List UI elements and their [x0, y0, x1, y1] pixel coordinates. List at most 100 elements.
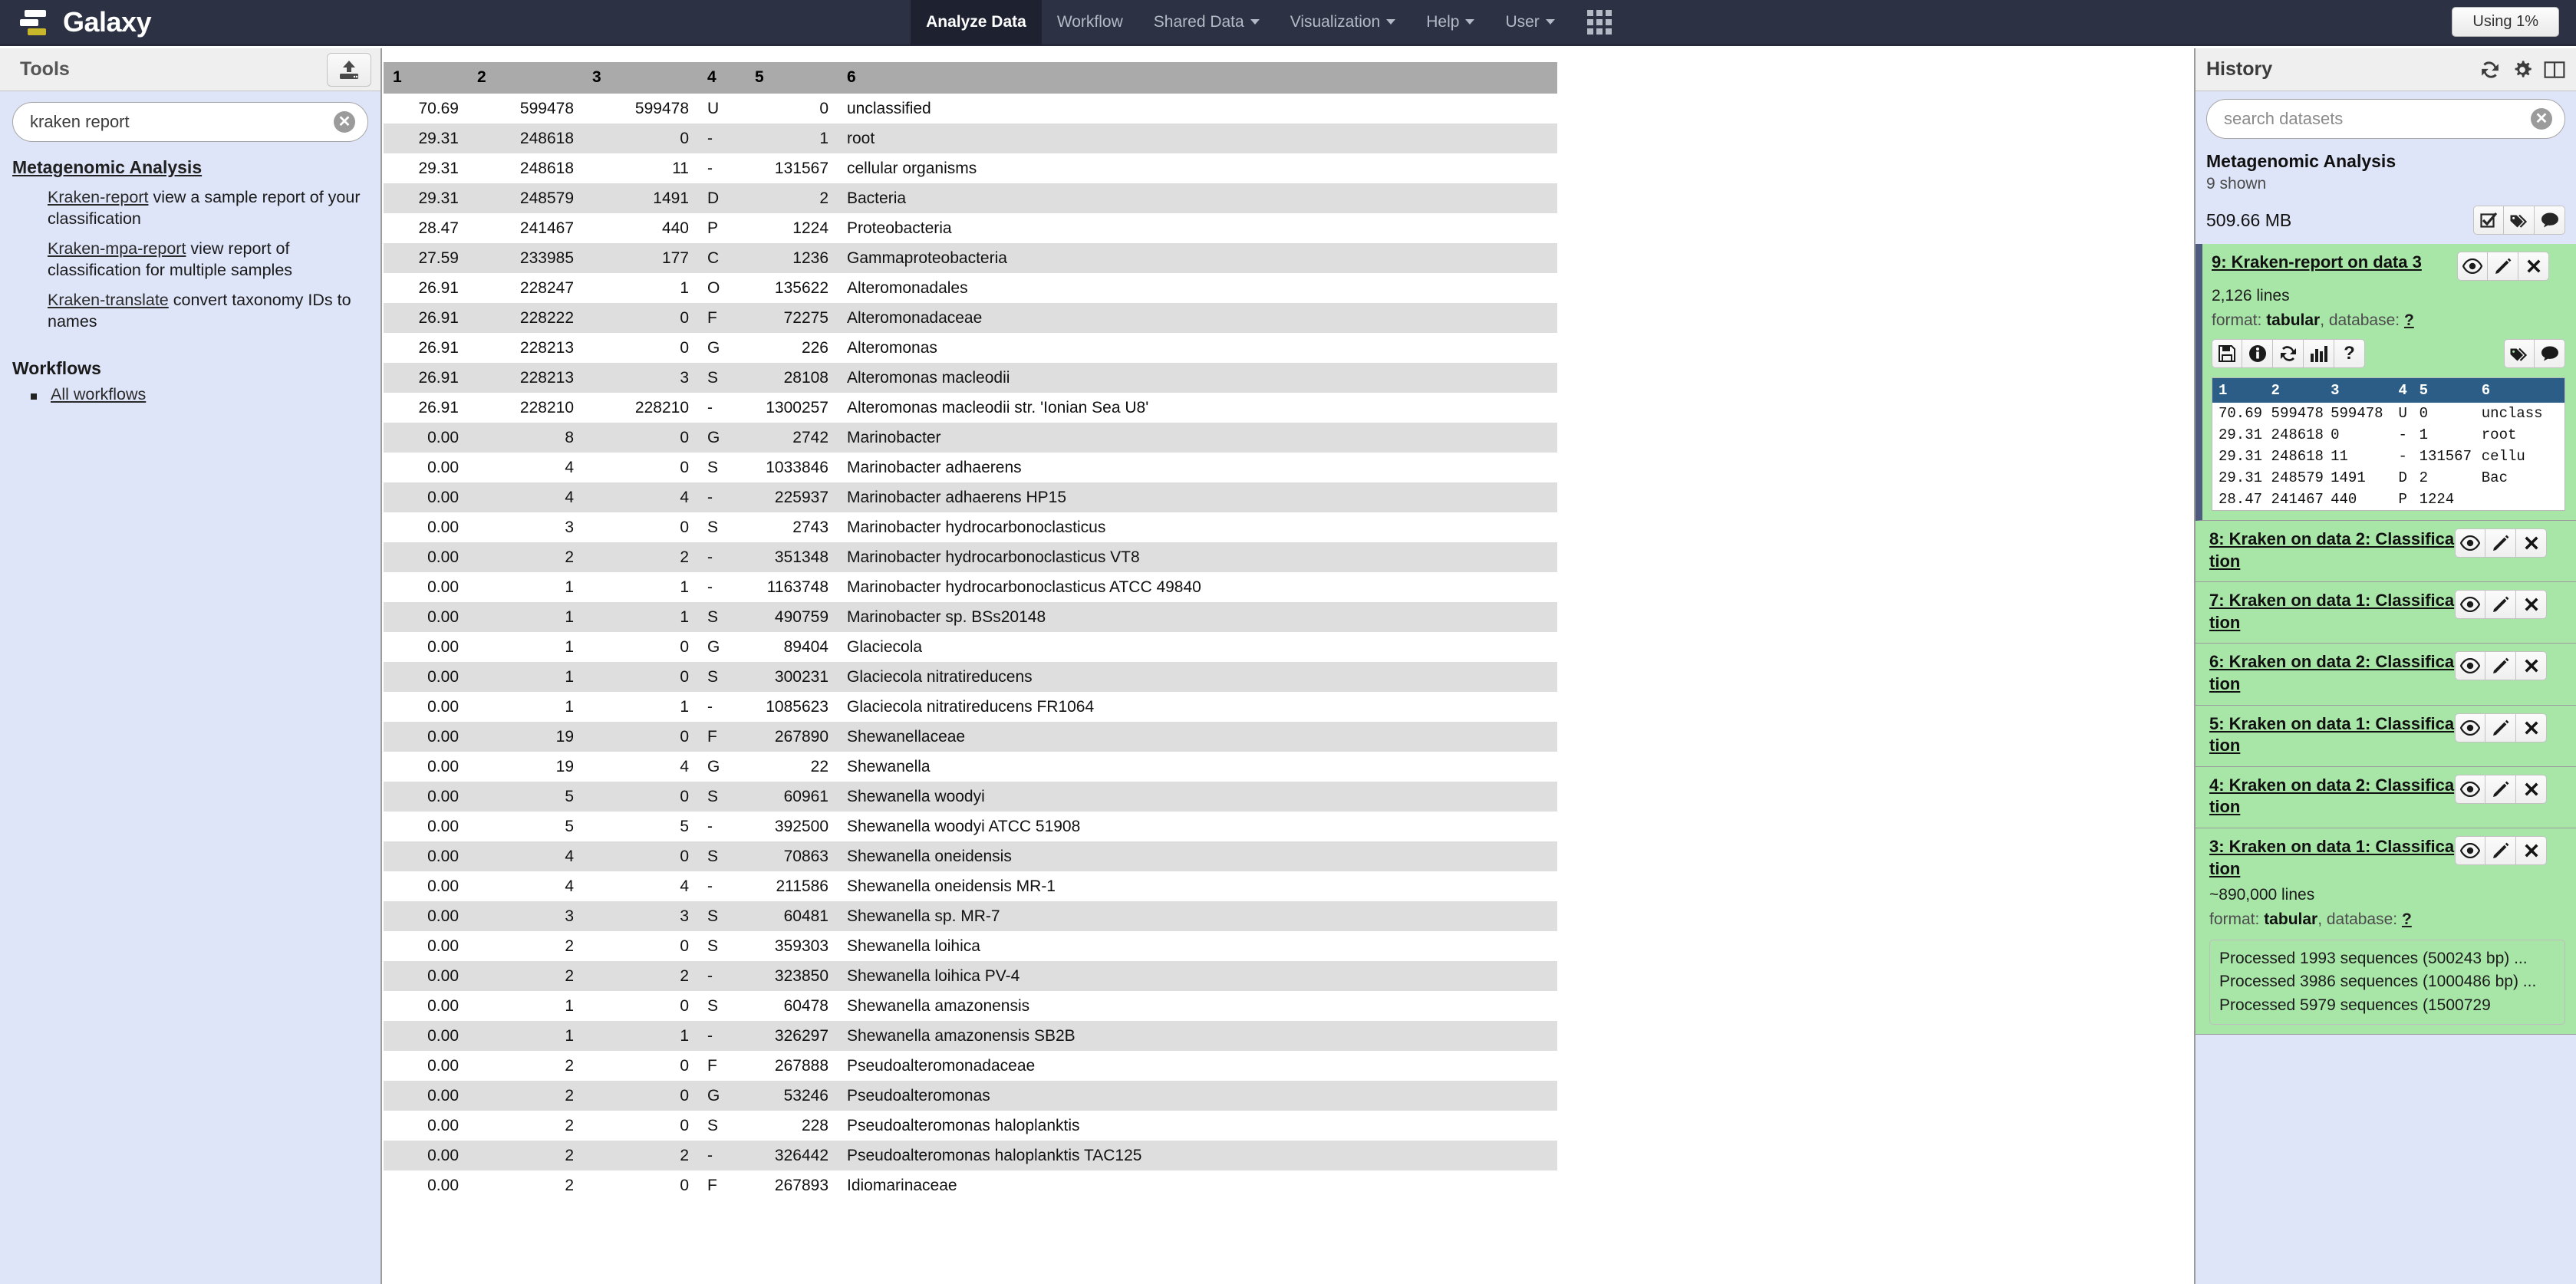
table-cell-col3: 11	[583, 153, 698, 183]
columns-icon[interactable]	[2544, 59, 2565, 81]
tool-search-input[interactable]	[13, 103, 367, 141]
workflow-link[interactable]: All workflows	[51, 385, 146, 403]
dataset-search-input[interactable]	[2207, 100, 2564, 138]
nav-analyze-data[interactable]: Analyze Data	[911, 0, 1042, 45]
table-cell-col4: -	[698, 542, 746, 572]
column-header-6[interactable]: 6	[838, 62, 1557, 94]
nav-help[interactable]: Help	[1411, 0, 1490, 45]
table-cell-col5: 0	[746, 94, 838, 123]
table-cell-col6: cellular organisms	[838, 153, 1557, 183]
annotation-icon[interactable]	[2535, 206, 2565, 235]
nav-visualization[interactable]: Visualization	[1275, 0, 1412, 45]
tool-link[interactable]: Kraken-report	[48, 188, 148, 206]
eye-icon[interactable]	[2455, 713, 2485, 742]
history-dataset-item[interactable]: 9: Kraken-report on data 3 2,126 lines for…	[2196, 244, 2576, 521]
dataset-search-box[interactable]: ✕	[2206, 99, 2565, 139]
workflow-item[interactable]: All workflows	[31, 385, 368, 404]
eye-icon[interactable]	[2455, 651, 2485, 681]
table-cell-col1: 0.00	[384, 931, 468, 961]
info-icon[interactable]	[2242, 339, 2273, 368]
pencil-icon[interactable]	[2485, 651, 2516, 681]
tags-icon[interactable]	[2504, 339, 2535, 368]
delete-icon[interactable]	[2516, 651, 2547, 681]
tool-item-kraken-report[interactable]: Kraken-report view a sample report of yo…	[48, 187, 368, 229]
pencil-icon[interactable]	[2485, 713, 2516, 742]
eye-icon[interactable]	[2455, 590, 2485, 620]
chart-icon[interactable]	[2304, 339, 2334, 368]
checkbox-icon[interactable]	[2473, 206, 2504, 235]
brand-label: Galaxy	[63, 5, 152, 38]
upload-icon[interactable]	[327, 53, 371, 87]
table-cell-col6: Shewanella woodyi	[838, 782, 1557, 812]
format-value: tabular	[2266, 311, 2321, 329]
dataset-title[interactable]: 8: Kraken on data 2: Classification	[2209, 528, 2455, 572]
delete-icon[interactable]	[2516, 835, 2547, 865]
history-dataset-item[interactable]: 7: Kraken on data 1: Classification	[2196, 582, 2576, 644]
column-header-3[interactable]: 3	[583, 62, 698, 94]
table-cell-col4: S	[698, 991, 746, 1021]
eye-icon[interactable]	[2457, 252, 2488, 281]
table-cell-col6: Shewanella	[838, 752, 1557, 782]
nav-workflow[interactable]: Workflow	[1042, 0, 1138, 45]
history-dataset-item[interactable]: 5: Kraken on data 1: Classification	[2196, 705, 2576, 767]
column-header-4[interactable]: 4	[698, 62, 746, 94]
pencil-icon[interactable]	[2488, 252, 2518, 281]
gear-icon[interactable]	[2512, 59, 2533, 81]
tags-icon[interactable]	[2504, 206, 2535, 235]
stdout-line: Processed 5979 sequences (1500729	[2219, 996, 2491, 1014]
delete-icon[interactable]	[2516, 774, 2547, 804]
dataset-title[interactable]: 9: Kraken-report on data 3	[2212, 252, 2457, 274]
dataset-title[interactable]: 3: Kraken on data 1: Classification	[2209, 836, 2455, 880]
galaxy-brand-link[interactable]: Galaxy	[0, 5, 152, 38]
annotation-icon[interactable]	[2535, 339, 2565, 368]
table-cell-col2: 228247	[468, 273, 583, 303]
table-cell-col6: Pseudoalteromonas haloplanktis TAC125	[838, 1141, 1557, 1170]
clear-icon[interactable]: ✕	[2531, 108, 2552, 130]
dataset-title[interactable]: 5: Kraken on data 1: Classification	[2209, 713, 2455, 757]
history-dataset-item[interactable]: 3: Kraken on data 1: Classification ~890,…	[2196, 828, 2576, 1035]
eye-icon[interactable]	[2455, 528, 2485, 558]
history-name[interactable]: Metagenomic Analysis	[2206, 151, 2565, 172]
history-dataset-item[interactable]: 6: Kraken on data 2: Classification	[2196, 644, 2576, 706]
table-row: 26.91 228222 0 F 72275 Alteromonadaceae	[384, 303, 1557, 333]
table-row: 0.00 4 4-225937 Marinobacter adhaerens HP15	[384, 482, 1557, 512]
quota-meter[interactable]: Using 1%	[2452, 7, 2559, 37]
table-cell-col1: 26.91	[384, 303, 468, 333]
pencil-icon[interactable]	[2485, 774, 2516, 804]
stdout-line: Processed 3986 sequences (1000486 bp) ..…	[2219, 973, 2537, 991]
dataset-title[interactable]: 4: Kraken on data 2: Classification	[2209, 775, 2455, 818]
delete-icon[interactable]	[2516, 713, 2547, 742]
column-header-2[interactable]: 2	[468, 62, 583, 94]
history-dataset-item[interactable]: 8: Kraken on data 2: Classification	[2196, 521, 2576, 583]
eye-icon[interactable]	[2455, 774, 2485, 804]
rerun-icon[interactable]	[2273, 339, 2304, 368]
column-header-1[interactable]: 1	[384, 62, 468, 94]
nav-shared-data[interactable]: Shared Data	[1138, 0, 1275, 45]
clear-icon[interactable]: ✕	[334, 111, 355, 133]
grid-apps-icon[interactable]	[1586, 9, 1612, 35]
history-dataset-item[interactable]: 4: Kraken on data 2: Classification	[2196, 766, 2576, 828]
help-icon[interactable]: ?	[2334, 339, 2365, 368]
refresh-icon[interactable]	[2479, 59, 2501, 81]
column-header-5[interactable]: 5	[746, 62, 838, 94]
tool-search-box[interactable]: ✕	[12, 102, 368, 142]
tool-item-kraken-mpa-report[interactable]: Kraken-mpa-report view report of classif…	[48, 239, 368, 281]
table-cell-col3: 0	[583, 453, 698, 482]
nav-user[interactable]: User	[1490, 0, 1570, 45]
pencil-icon[interactable]	[2485, 528, 2516, 558]
save-icon[interactable]	[2212, 339, 2242, 368]
tool-item-kraken-translate[interactable]: Kraken-translate convert taxonomy IDs to…	[48, 290, 368, 332]
database-value[interactable]: ?	[2404, 311, 2414, 329]
peek-column-header: 2	[2271, 382, 2280, 399]
database-value[interactable]: ?	[2402, 910, 2412, 928]
delete-icon[interactable]	[2516, 590, 2547, 620]
eye-icon[interactable]	[2455, 835, 2485, 865]
tool-link[interactable]: Kraken-mpa-report	[48, 239, 186, 258]
delete-icon[interactable]	[2516, 528, 2547, 558]
dataset-title[interactable]: 6: Kraken on data 2: Classification	[2209, 651, 2455, 695]
pencil-icon[interactable]	[2485, 835, 2516, 865]
pencil-icon[interactable]	[2485, 590, 2516, 620]
tool-link[interactable]: Kraken-translate	[48, 291, 169, 309]
delete-icon[interactable]	[2518, 252, 2549, 281]
dataset-title[interactable]: 7: Kraken on data 1: Classification	[2209, 590, 2455, 634]
